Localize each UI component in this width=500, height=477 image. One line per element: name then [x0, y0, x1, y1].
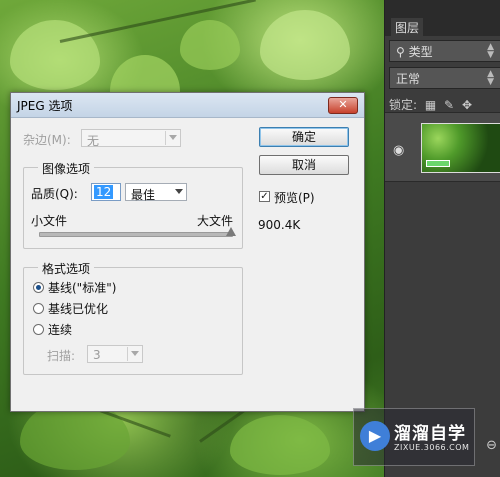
- updown-arrows-icon: ▲ ▼: [487, 42, 494, 60]
- quality-value: 12: [94, 185, 114, 199]
- watermark-url: ZIXUE.3066.COM: [394, 443, 470, 452]
- play-logo-icon: ▶: [360, 421, 390, 451]
- image-options-title: 图像选项: [38, 160, 95, 177]
- dialog-title: JPEG 选项: [17, 99, 73, 113]
- kind-filter-select[interactable]: ⚲ 类型 ▲ ▼: [389, 40, 500, 62]
- ok-button[interactable]: 确定: [259, 127, 349, 147]
- quality-preset-select[interactable]: 最佳: [125, 183, 187, 202]
- baseline-standard-label: 基线("标准"): [48, 281, 117, 295]
- chevron-down-icon: [175, 189, 183, 194]
- background-leaf: [260, 10, 350, 80]
- radio-baseline-standard[interactable]: [33, 282, 44, 293]
- close-button[interactable]: ✕: [328, 97, 358, 114]
- lock-label: 锁定:: [389, 98, 418, 112]
- progressive-label: 连续: [48, 323, 73, 337]
- small-file-label: 小文件: [31, 214, 68, 228]
- matte-value: 无: [87, 134, 100, 148]
- quality-label: 品质(Q):: [31, 187, 78, 201]
- cancel-button[interactable]: 取消: [259, 155, 349, 175]
- close-icon: ✕: [338, 98, 348, 111]
- thumbnail-selection-mark: [426, 160, 450, 167]
- kind-filter-label: 类型: [408, 45, 433, 59]
- search-icon: ⚲: [396, 45, 405, 59]
- preview-checkbox[interactable]: ✓: [259, 191, 270, 202]
- watermark: ▶ 溜溜自学 ZIXUE.3066.COM: [353, 408, 475, 466]
- combo-divider: [127, 347, 128, 361]
- link-layers-icon[interactable]: ⊖: [486, 438, 497, 453]
- chevron-down-icon: [169, 135, 177, 140]
- background-leaf: [180, 20, 240, 70]
- preview-label: 预览(P): [274, 191, 315, 205]
- baseline-optimized-label: 基线已优化: [48, 302, 109, 316]
- watermark-name: 溜溜自学: [394, 424, 466, 444]
- layers-panel: 图层 ⚲ 类型 ▲ ▼ 正常 ▲ ▼ 锁定: ▦ ✎ ✥ ◉ ⊖: [384, 0, 500, 477]
- quality-slider-thumb[interactable]: [226, 227, 236, 236]
- blend-mode-select[interactable]: 正常 ▲ ▼: [389, 67, 500, 89]
- lock-move-icon[interactable]: ✥: [462, 98, 472, 112]
- lock-paint-icon[interactable]: ✎: [444, 98, 454, 112]
- panel-tab-bar: 图层: [385, 0, 500, 37]
- quality-preset-value: 最佳: [131, 188, 156, 202]
- layer-thumbnail: [421, 123, 500, 173]
- background-leaf: [10, 20, 100, 90]
- jpeg-options-dialog: JPEG 选项 ✕ 杂边(M): 无 确定 取消 ✓ 预览(P) 900.4K …: [10, 92, 365, 412]
- chevron-down-icon: [131, 351, 139, 356]
- file-size-readout: 900.4K: [258, 218, 301, 232]
- blend-mode-label: 正常: [396, 72, 421, 86]
- quality-input[interactable]: 12: [91, 183, 121, 201]
- visibility-eye-icon[interactable]: ◉: [393, 143, 404, 158]
- scans-select: 3: [87, 345, 143, 363]
- radio-progressive[interactable]: [33, 324, 44, 335]
- lock-transparent-icon[interactable]: ▦: [425, 98, 436, 112]
- dialog-titlebar[interactable]: JPEG 选项 ✕: [11, 93, 364, 118]
- matte-label: 杂边(M):: [23, 133, 71, 147]
- combo-divider: [165, 131, 166, 145]
- radio-baseline-optimized[interactable]: [33, 303, 44, 314]
- format-options-title: 格式选项: [38, 260, 95, 277]
- matte-select: 无: [81, 129, 181, 148]
- quality-slider-track[interactable]: [39, 232, 233, 237]
- scans-value: 3: [93, 348, 101, 362]
- scans-label: 扫描:: [47, 349, 76, 363]
- background-leaf: [230, 415, 330, 475]
- layer-row[interactable]: ◉: [385, 112, 500, 182]
- updown-arrows-icon: ▲ ▼: [487, 69, 494, 87]
- tab-layers[interactable]: 图层: [391, 18, 424, 37]
